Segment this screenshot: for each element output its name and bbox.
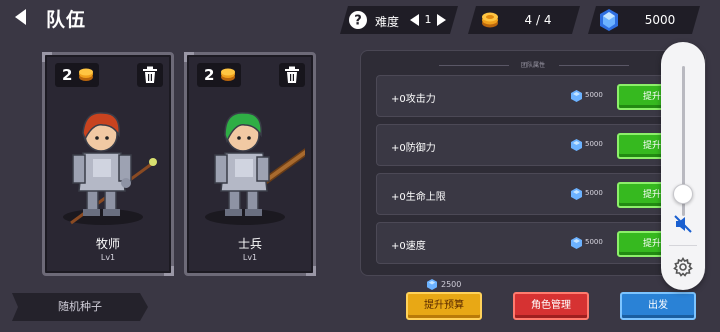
stat-label: +0速度: [391, 241, 426, 252]
coin-icon: [79, 68, 93, 81]
budget-cost: 2500: [441, 280, 462, 289]
stat-row-defense: +0防御力 5000 提升: [376, 124, 677, 166]
card-corner: [184, 52, 194, 62]
stat-cost: 5000: [585, 140, 603, 148]
stat-row-attack: +0攻击力 5000 提升: [376, 75, 677, 117]
hero-name: 士兵: [237, 237, 262, 251]
help-icon[interactable]: ?: [348, 10, 368, 30]
difficulty-decrease-icon[interactable]: [408, 13, 420, 27]
card-corner: [42, 52, 52, 62]
hero-card-soldier[interactable]: 2 士兵 Lv1: [184, 52, 316, 276]
hero-level: Lv1: [100, 253, 116, 262]
delete-hero-button[interactable]: [279, 63, 305, 87]
cost-badge: 2: [55, 63, 99, 87]
trash-icon: [143, 66, 157, 83]
difficulty-label: 难度: [375, 15, 400, 29]
gem-icon: [571, 237, 582, 249]
gem-icon: [598, 8, 620, 32]
page-title: 队伍: [46, 9, 87, 31]
difficulty-selector: ? 难度 1: [340, 6, 458, 34]
volume-slider-knob[interactable]: [673, 184, 693, 204]
coins-count: 4 / 4: [524, 13, 552, 27]
card-corner: [306, 266, 316, 276]
stat-label: +0防御力: [391, 143, 436, 154]
hero-portrait-soldier: [205, 112, 305, 225]
gems-count: 5000: [644, 13, 676, 27]
coin-icon: [221, 68, 235, 81]
hero-level: Lv1: [242, 253, 258, 262]
gem-icon: [571, 139, 582, 151]
overlay-divider: [669, 245, 697, 246]
stat-row-speed: +0速度 5000 提升: [376, 222, 677, 264]
team-attributes-panel: 团队属性 +0攻击力 5000 提升 +0防御力 5000 提升 +0生命上限 …: [360, 50, 706, 276]
stat-cost: 5000: [585, 238, 603, 246]
stat-label: +0生命上限: [391, 192, 446, 203]
hero-card-priest[interactable]: 2 牧师 Lv1: [42, 52, 174, 276]
svg-text:?: ?: [354, 14, 362, 29]
muted-speaker-icon[interactable]: [673, 214, 693, 234]
hero-cost: 2: [204, 66, 215, 84]
hero-name: 牧师: [95, 237, 120, 251]
trash-icon: [285, 66, 299, 83]
gem-icon: [571, 90, 582, 102]
panel-heading: 团队属性: [520, 62, 545, 69]
gear-icon[interactable]: [673, 257, 693, 277]
hero-portrait-priest: [63, 112, 157, 225]
stat-cost: 5000: [585, 91, 603, 99]
random-seed-button[interactable]: 随机种子: [12, 293, 148, 321]
role-management-button[interactable]: 角色管理: [513, 292, 589, 320]
stat-cost: 5000: [585, 189, 603, 197]
gem-icon: [427, 279, 437, 290]
depart-button[interactable]: 出发: [620, 292, 696, 320]
cost-badge: 2: [197, 63, 241, 87]
difficulty-value: 1: [424, 13, 432, 26]
hero-cost: 2: [62, 66, 73, 84]
gems-display: 5000: [588, 6, 700, 34]
back-arrow-icon[interactable]: [12, 8, 30, 26]
coins-display: 4 / 4: [468, 6, 580, 34]
delete-hero-button[interactable]: [137, 63, 163, 87]
card-corner: [164, 266, 174, 276]
stat-row-max-hp: +0生命上限 5000 提升: [376, 173, 677, 215]
volume-overlay: [661, 42, 705, 290]
raise-budget-button[interactable]: 提升预算: [406, 292, 482, 320]
difficulty-increase-icon[interactable]: [436, 13, 448, 27]
stat-label: +0攻击力: [391, 94, 436, 105]
gem-icon: [571, 188, 582, 200]
coin-stack-icon: [480, 11, 500, 29]
